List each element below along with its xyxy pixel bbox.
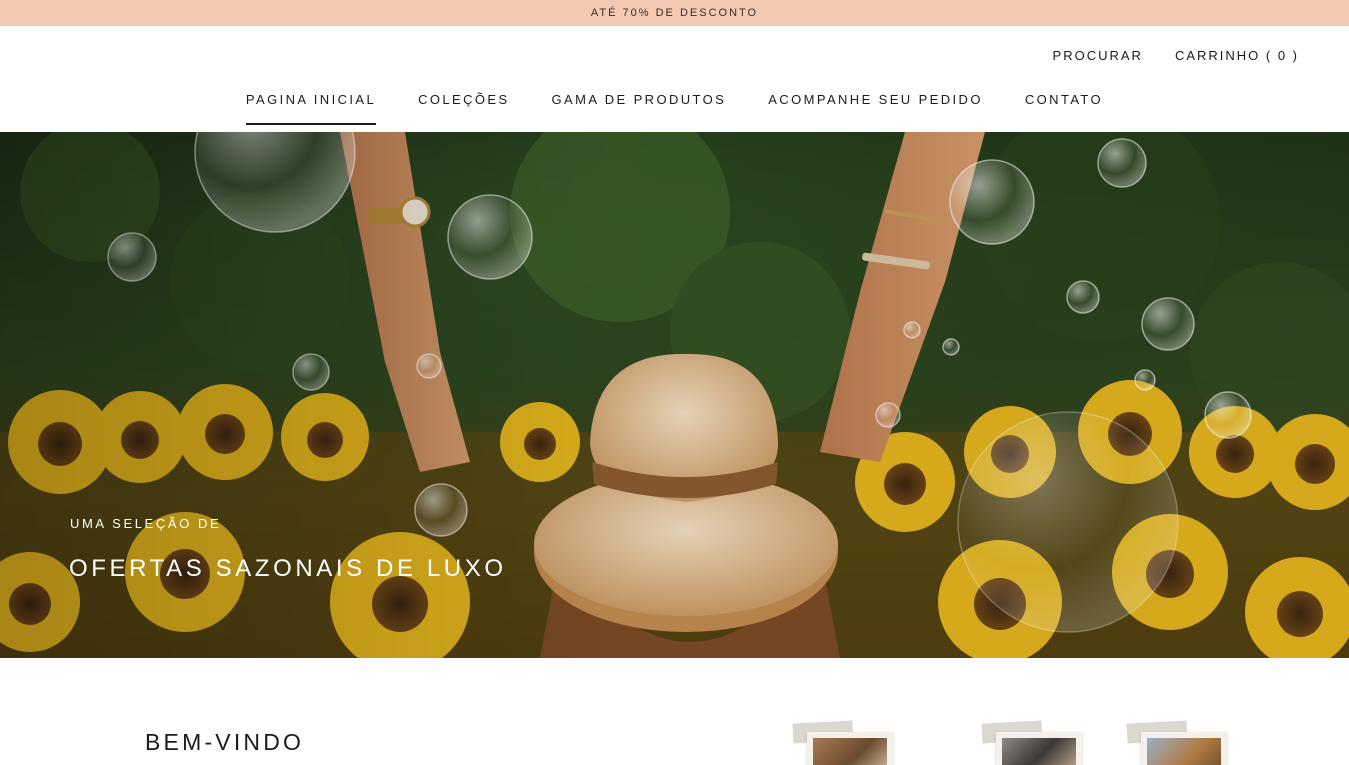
cart-link[interactable]: CARRINHO ( 0 ) xyxy=(1175,48,1299,63)
nav-item-product-range[interactable]: GAMA DE PRODUTOS xyxy=(552,92,727,125)
polaroid-frame xyxy=(996,732,1082,765)
announcement-bar: ATÉ 70% DE DESCONTO xyxy=(0,0,1349,26)
polaroid-frame xyxy=(1141,732,1227,765)
nav-item-contact[interactable]: CONTATO xyxy=(1025,92,1103,125)
nav-item-collections[interactable]: COLEÇÕES xyxy=(418,92,509,125)
hero-heading: OFERTAS SAZONAIS DE LUXO xyxy=(69,555,507,582)
main-nav: PAGINA INICIAL COLEÇÕES GAMA DE PRODUTOS… xyxy=(0,92,1349,125)
polaroid-photo xyxy=(813,738,887,765)
announcement-text: ATÉ 70% DE DESCONTO xyxy=(590,7,759,19)
polaroid-image-1 xyxy=(792,720,901,765)
polaroid-image-2 xyxy=(981,720,1090,765)
secondary-nav: PROCURAR CARRINHO ( 0 ) xyxy=(1053,48,1299,63)
nav-item-track-order[interactable]: ACOMPANHE SEU PEDIDO xyxy=(768,92,983,125)
polaroid-image-3 xyxy=(1126,720,1235,765)
welcome-title: BEM-VINDO xyxy=(145,729,305,755)
polaroid-photo xyxy=(1147,738,1221,765)
site-header: PROCURAR CARRINHO ( 0 ) PAGINA INICIAL C… xyxy=(0,26,1349,132)
polaroid-photo xyxy=(1002,738,1076,765)
hero-banner[interactable]: UMA SELEÇÃO DE OFERTAS SAZONAIS DE LUXO xyxy=(0,132,1349,658)
search-link[interactable]: PROCURAR xyxy=(1053,48,1143,63)
polaroid-frame xyxy=(807,732,893,765)
hero-subheading: UMA SELEÇÃO DE xyxy=(70,516,222,531)
nav-item-home[interactable]: PAGINA INICIAL xyxy=(245,92,377,125)
welcome-section: BEM-VINDO xyxy=(0,658,1349,765)
